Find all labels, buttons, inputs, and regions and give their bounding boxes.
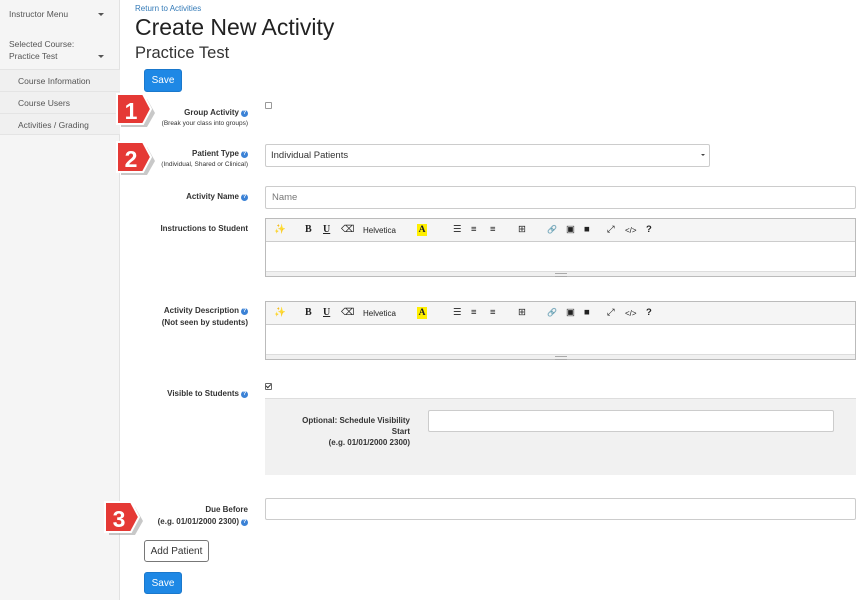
- patient-type-select[interactable]: Individual Patients: [265, 144, 710, 167]
- video-icon[interactable]: ■: [584, 224, 590, 236]
- instructions-editor[interactable]: ✨ B U ⌫ Helvetica A ☰ ≡ ≡ ⊞ 🔗 ▣ ■ ⤢ </> …: [265, 218, 856, 277]
- activity-name-label: Activity Name?: [128, 191, 248, 203]
- link-icon[interactable]: 🔗: [547, 224, 557, 236]
- help-icon[interactable]: ?: [241, 194, 248, 201]
- help-icon[interactable]: ?: [241, 308, 248, 315]
- image-icon[interactable]: ▣: [566, 224, 575, 236]
- due-before-input[interactable]: [265, 498, 856, 520]
- course-subtitle: Practice Test: [135, 44, 230, 62]
- magic-wand-icon[interactable]: ✨: [274, 224, 286, 236]
- save-button-top[interactable]: Save: [144, 69, 182, 92]
- schedule-label-line3: (e.g. 01/01/2000 2300): [328, 438, 410, 447]
- font-family-dropdown[interactable]: Helvetica: [363, 308, 396, 320]
- highlight-color-button[interactable]: A: [417, 307, 427, 319]
- chevron-down-icon: [701, 154, 705, 156]
- activity-description-label-text: Activity Description: [163, 306, 239, 315]
- callout-number: 3: [112, 506, 126, 532]
- fullscreen-icon[interactable]: ⤢: [607, 224, 615, 236]
- bold-button[interactable]: B: [305, 224, 312, 236]
- selected-course-toggle[interactable]: Selected Course: Practice Test: [0, 38, 120, 62]
- sidebar-item-label: Course Information: [18, 76, 91, 86]
- activity-description-sublabel: (Not seen by students): [161, 318, 248, 327]
- underline-button[interactable]: U: [323, 307, 330, 319]
- resize-handle[interactable]: [266, 271, 855, 277]
- instructor-menu-toggle[interactable]: Instructor Menu: [0, 8, 120, 20]
- unordered-list-icon[interactable]: ☰: [453, 224, 462, 236]
- eraser-icon[interactable]: ⌫: [341, 307, 354, 319]
- callout-number: 1: [124, 98, 138, 124]
- code-view-icon[interactable]: </>: [625, 308, 637, 320]
- instructions-label-text: Instructions to Student: [160, 224, 248, 233]
- video-icon[interactable]: ■: [584, 307, 590, 319]
- callout-badge-2: 2: [113, 140, 155, 180]
- schedule-label-line1: Optional: Schedule Visibility: [302, 416, 410, 425]
- selected-course-label: Selected Course:: [9, 39, 75, 49]
- group-activity-label-text: Group Activity: [184, 108, 239, 117]
- unordered-list-icon[interactable]: ☰: [453, 307, 462, 319]
- ordered-list-icon[interactable]: ≡: [471, 224, 477, 236]
- add-patient-button[interactable]: Add Patient: [144, 540, 209, 562]
- ordered-list-icon[interactable]: ≡: [471, 307, 477, 319]
- paragraph-align-icon[interactable]: ≡: [490, 224, 496, 236]
- chevron-down-icon: [98, 13, 104, 16]
- schedule-visibility-input[interactable]: [428, 410, 834, 432]
- help-icon[interactable]: ?: [241, 151, 248, 158]
- paragraph-align-icon[interactable]: ≡: [490, 307, 496, 319]
- group-activity-checkbox[interactable]: [265, 102, 272, 109]
- visible-to-students-checkbox[interactable]: [265, 383, 272, 390]
- editor-toolbar: ✨ B U ⌫ Helvetica A ☰ ≡ ≡ ⊞ 🔗 ▣ ■ ⤢ </> …: [266, 219, 855, 242]
- instructor-menu-label: Instructor Menu: [9, 9, 69, 19]
- return-to-activities-link[interactable]: Return to Activities: [135, 4, 201, 13]
- schedule-label-line2: Start: [391, 427, 410, 436]
- fullscreen-icon[interactable]: ⤢: [607, 307, 615, 319]
- code-view-icon[interactable]: </>: [625, 225, 637, 237]
- callout-badge-3: 3: [101, 500, 143, 540]
- callout-number: 2: [124, 146, 138, 172]
- instructions-label: Instructions to Student: [128, 223, 248, 235]
- due-before-label: Due Before (e.g. 01/01/2000 2300)?: [128, 504, 248, 528]
- help-icon[interactable]: ?: [646, 307, 652, 319]
- activity-name-label-text: Activity Name: [186, 192, 239, 201]
- callout-badge-1: 1: [113, 92, 155, 132]
- table-icon[interactable]: ⊞: [518, 307, 526, 319]
- chevron-down-icon: [98, 55, 104, 58]
- sidebar-item-activities-grading[interactable]: Activities / Grading: [0, 113, 120, 135]
- description-editor[interactable]: ✨ B U ⌫ Helvetica A ☰ ≡ ≡ ⊞ 🔗 ▣ ■ ⤢ </> …: [265, 301, 856, 360]
- patient-type-selected-value: Individual Patients: [271, 150, 349, 161]
- help-icon[interactable]: ?: [241, 110, 248, 117]
- sidebar-item-course-users[interactable]: Course Users: [0, 91, 120, 113]
- save-button-bottom[interactable]: Save: [144, 572, 182, 594]
- resize-handle[interactable]: [266, 354, 855, 360]
- eraser-icon[interactable]: ⌫: [341, 224, 354, 236]
- bold-button[interactable]: B: [305, 307, 312, 319]
- visible-to-students-label-text: Visible to Students: [167, 389, 239, 398]
- magic-wand-icon[interactable]: ✨: [274, 307, 286, 319]
- font-family-dropdown[interactable]: Helvetica: [363, 225, 396, 237]
- sidebar-item-label: Course Users: [18, 98, 70, 108]
- image-icon[interactable]: ▣: [566, 307, 575, 319]
- sidebar-item-course-information[interactable]: Course Information: [0, 69, 120, 91]
- sidebar-item-label: Activities / Grading: [18, 120, 89, 130]
- link-icon[interactable]: 🔗: [547, 307, 557, 319]
- due-before-sublabel: (e.g. 01/01/2000 2300): [157, 517, 239, 526]
- activity-name-input[interactable]: [265, 186, 856, 209]
- patient-type-label-text: Patient Type: [192, 149, 239, 158]
- due-before-label-text: Due Before: [205, 505, 248, 514]
- page-title: Create New Activity: [135, 14, 335, 40]
- help-icon[interactable]: ?: [241, 391, 248, 398]
- activity-description-label: Activity Description? (Not seen by stude…: [128, 305, 248, 329]
- table-icon[interactable]: ⊞: [518, 224, 526, 236]
- help-icon[interactable]: ?: [241, 519, 248, 526]
- highlight-color-button[interactable]: A: [417, 224, 427, 236]
- visible-to-students-label: Visible to Students?: [128, 388, 248, 400]
- schedule-visibility-label: Optional: Schedule Visibility Start (e.g…: [270, 415, 410, 448]
- editor-toolbar: ✨ B U ⌫ Helvetica A ☰ ≡ ≡ ⊞ 🔗 ▣ ■ ⤢ </> …: [266, 302, 855, 325]
- underline-button[interactable]: U: [323, 224, 330, 236]
- help-icon[interactable]: ?: [646, 224, 652, 236]
